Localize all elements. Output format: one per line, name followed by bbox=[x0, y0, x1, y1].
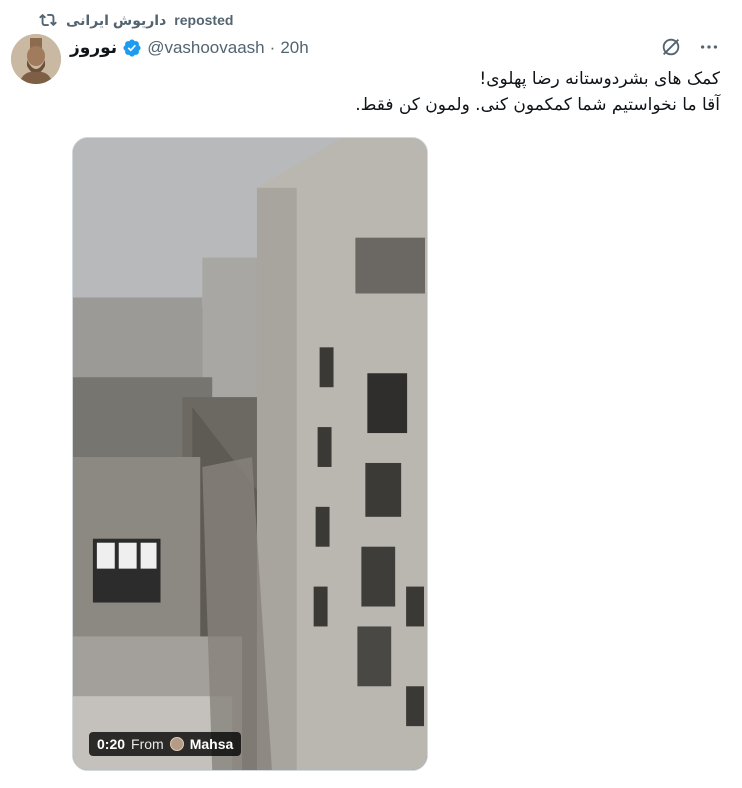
repost-label: reposted bbox=[174, 12, 234, 28]
avatar[interactable] bbox=[11, 34, 61, 84]
video-duration: 0:20 bbox=[97, 736, 126, 752]
video-thumbnail bbox=[73, 138, 427, 770]
video-badge: 0:20 From Mahsa bbox=[89, 732, 242, 756]
separator-dot: · bbox=[269, 38, 276, 57]
tweet-text-line-2: آقا ما نخواستیم شما کمکمون کنی. ولمون کن… bbox=[355, 95, 720, 115]
source-avatar bbox=[169, 737, 184, 751]
from-label: From bbox=[131, 736, 164, 752]
author-display-name[interactable]: نوروز bbox=[70, 38, 117, 58]
repost-context[interactable]: داریوش ایرانی reposted bbox=[38, 10, 233, 30]
timestamp[interactable]: 20h bbox=[280, 38, 308, 58]
source-name[interactable]: Mahsa bbox=[190, 736, 234, 752]
grok-icon[interactable] bbox=[660, 36, 682, 58]
repost-icon bbox=[38, 11, 58, 29]
top-actions bbox=[660, 36, 720, 58]
verified-badge-icon bbox=[122, 38, 142, 58]
tweet-text-line-1: کمک های بشردوستانه رضا پهلوی! bbox=[479, 69, 720, 89]
tweet-text: کمک های بشردوستانه رضا پهلوی! آقا ما نخو… bbox=[70, 66, 720, 118]
more-icon[interactable] bbox=[698, 36, 720, 58]
reposter-name[interactable]: داریوش ایرانی bbox=[66, 12, 166, 29]
author-handle[interactable]: @vashoovaash bbox=[147, 38, 264, 58]
video-player[interactable]: 0:20 From Mahsa bbox=[72, 137, 428, 771]
tweet-header: نوروز @vashoovaash · 20h bbox=[70, 36, 309, 60]
